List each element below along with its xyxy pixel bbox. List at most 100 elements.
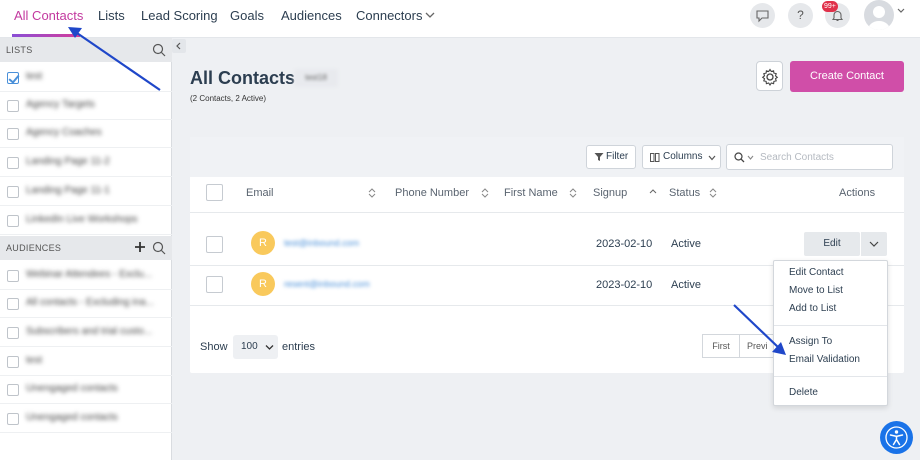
sort-icon[interactable] — [709, 188, 717, 198]
select-all-checkbox[interactable] — [206, 184, 223, 201]
column-header-first-name[interactable]: First Name — [504, 187, 558, 199]
audience-item[interactable]: All contacts - Excluding ina... — [0, 290, 172, 318]
column-header-actions: Actions — [839, 187, 876, 199]
columns-button[interactable]: Columns — [642, 145, 721, 169]
audience-checkbox[interactable] — [7, 327, 19, 339]
contact-signup: 2023-02-10 — [596, 238, 653, 250]
contacts-count: (2 Contacts, 2 Active) — [190, 94, 267, 103]
list-checkbox[interactable] — [7, 157, 19, 169]
audience-checkbox[interactable] — [7, 413, 19, 425]
sort-icon[interactable] — [368, 188, 376, 198]
chevron-down-icon — [708, 155, 716, 161]
audience-item[interactable]: Unengaged contacts — [0, 376, 172, 404]
contact-email[interactable]: resent@inbound.com — [284, 279, 370, 289]
list-label: LinkedIn Live Workshops — [26, 214, 138, 225]
list-item[interactable]: Agency Targets — [0, 92, 172, 120]
list-checkbox[interactable] — [7, 215, 19, 227]
search-icon — [734, 152, 745, 163]
actions-dropdown-toggle[interactable] — [860, 232, 887, 256]
audience-label: Unengaged contacts — [26, 412, 118, 423]
list-item[interactable]: test — [0, 64, 172, 92]
collapse-sidebar-button[interactable] — [172, 39, 186, 53]
menu-divider — [774, 325, 887, 326]
chat-button[interactable] — [750, 3, 775, 28]
menu-item-edit-contact[interactable]: Edit Contact — [789, 267, 843, 278]
row-checkbox[interactable] — [206, 236, 223, 253]
nav-all-contacts[interactable]: All Contacts — [14, 8, 83, 23]
audience-item[interactable]: Webinar Attendees - Exclu... — [0, 262, 172, 290]
search-icon[interactable] — [152, 43, 166, 57]
filter-button[interactable]: Filter — [586, 145, 636, 169]
nav-goals[interactable]: Goals — [230, 8, 264, 23]
column-header-email[interactable]: Email — [246, 187, 274, 199]
filter-label: Filter — [606, 151, 629, 162]
audience-checkbox[interactable] — [7, 356, 19, 368]
list-item[interactable]: Agency Coaches — [0, 120, 172, 148]
audience-item[interactable]: Unengaged contacts — [0, 405, 172, 433]
search-contacts-input[interactable]: Search Contacts — [726, 144, 893, 170]
help-button[interactable]: ? — [788, 3, 813, 28]
chevron-down-icon — [869, 241, 879, 247]
contact-status: Active — [671, 238, 701, 250]
filter-icon — [594, 153, 604, 161]
list-label: Agency Targets — [26, 99, 95, 110]
audience-checkbox[interactable] — [7, 270, 19, 282]
audience-label: test — [26, 355, 43, 366]
list-checkbox[interactable] — [7, 128, 19, 140]
audience-label: Webinar Attendees - Exclu... — [26, 269, 152, 280]
menu-item-email-validation[interactable]: Email Validation — [789, 354, 860, 365]
create-contact-button[interactable]: Create Contact — [790, 61, 904, 92]
entries-value: 100 — [241, 341, 258, 352]
edit-button[interactable]: Edit — [804, 232, 860, 256]
audience-checkbox[interactable] — [7, 298, 19, 310]
nav-lists[interactable]: Lists — [98, 8, 125, 23]
help-icon: ? — [797, 8, 804, 22]
column-header-signup[interactable]: Signup — [593, 187, 627, 199]
user-avatar[interactable] — [864, 0, 894, 30]
list-label: Landing Page 11-1 — [26, 185, 110, 196]
contact-email[interactable]: test@inbound.com — [284, 238, 359, 248]
menu-item-delete[interactable]: Delete — [789, 387, 818, 398]
lists-header: LISTS — [0, 38, 172, 62]
list-item[interactable]: Landing Page 11-2 — [0, 149, 172, 177]
audience-label: Unengaged contacts — [26, 383, 118, 394]
nav-connectors[interactable]: Connectors — [356, 8, 422, 23]
nav-audiences[interactable]: Audiences — [281, 8, 342, 23]
contact-signup: 2023-02-10 — [596, 279, 653, 291]
audience-checkbox[interactable] — [7, 384, 19, 396]
audiences-header: AUDIENCES — [0, 236, 172, 260]
first-page-button[interactable]: First — [702, 334, 740, 358]
audience-item[interactable]: Subscribers and trial custo... — [0, 319, 172, 347]
list-label: test — [26, 71, 43, 82]
lists-header-label: LISTS — [6, 45, 33, 55]
contact-avatar: R — [251, 231, 275, 255]
menu-item-assign-to[interactable]: Assign To — [789, 336, 832, 347]
add-audience-plus-icon[interactable] — [134, 241, 146, 253]
notifications-badge: 99+ — [822, 1, 838, 12]
list-checkbox[interactable] — [7, 186, 19, 198]
top-nav: All Contacts Lists Lead Scoring Goals Au… — [0, 0, 920, 38]
list-item[interactable]: LinkedIn Live Workshops — [0, 207, 172, 235]
list-item[interactable]: Landing Page 11-1 — [0, 178, 172, 206]
nav-lead-scoring[interactable]: Lead Scoring — [141, 8, 218, 23]
column-header-phone[interactable]: Phone Number — [395, 187, 469, 199]
settings-button[interactable] — [756, 61, 783, 91]
accessibility-button[interactable] — [880, 421, 913, 454]
list-checkbox[interactable] — [7, 72, 19, 84]
search-icon[interactable] — [152, 241, 166, 255]
menu-item-move-to-list[interactable]: Move to List — [789, 285, 843, 296]
sort-icon[interactable] — [481, 188, 489, 198]
menu-item-add-to-list[interactable]: Add to List — [789, 303, 836, 314]
entries-per-page-select[interactable]: 100 — [233, 335, 278, 359]
row-checkbox[interactable] — [206, 276, 223, 293]
sort-ascending-icon[interactable] — [649, 188, 657, 198]
user-silhouette-icon — [868, 6, 890, 30]
connectors-chevron-down-icon[interactable] — [424, 9, 436, 21]
contact-status: Active — [671, 279, 701, 291]
list-checkbox[interactable] — [7, 100, 19, 112]
sort-icon[interactable] — [569, 188, 577, 198]
contact-avatar: R — [251, 272, 275, 296]
user-menu-chevron-icon[interactable] — [896, 6, 906, 16]
audiences-header-label: AUDIENCES — [6, 243, 62, 253]
audience-item[interactable]: test — [0, 348, 172, 376]
